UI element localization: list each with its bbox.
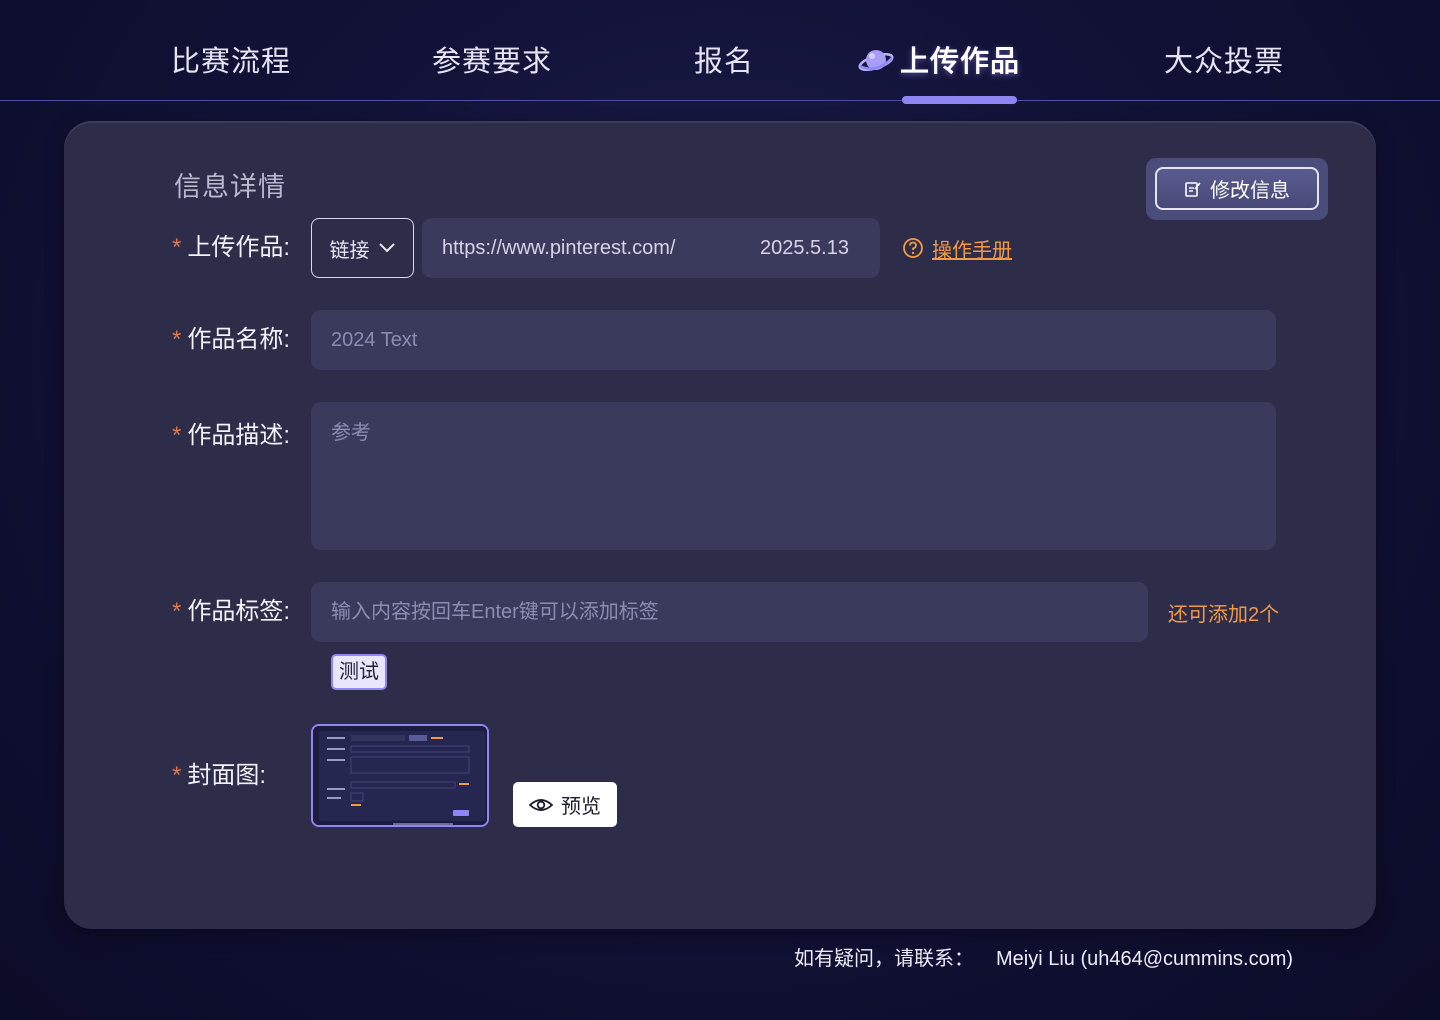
cover-thumbnail-graphic [313, 726, 487, 825]
work-name-label: * 作品名称: [172, 326, 291, 353]
work-tags-label: * 作品标签: [172, 598, 291, 625]
required-mark: * [172, 598, 182, 625]
link-type-value: 链接 [329, 239, 370, 262]
question-circle-icon [903, 238, 923, 258]
planet-icon [858, 50, 894, 72]
footer-prompt: 如有疑问，请联系： [794, 948, 974, 970]
upload-label: * 上传作品: [172, 234, 291, 261]
manual-link[interactable]: 操作手册 [902, 234, 1012, 262]
tab-upload-work[interactable]: 上传作品 [900, 40, 1020, 84]
edit-icon [1185, 181, 1201, 197]
top-nav: 比赛流程 参赛要求 报名 上传作品 大众投票 [0, 0, 1440, 104]
section-title: 信息详情 [174, 172, 286, 202]
work-url-field[interactable]: https://www.pinterest.com/ 2025.5.13 [422, 218, 880, 278]
edit-info-button[interactable]: 修改信息 [1155, 167, 1319, 210]
form-card: 信息详情 修改信息 * 上传作品: 链接 https://www.pinteres… [64, 121, 1376, 929]
work-name-input[interactable]: 2024 Text [311, 310, 1276, 370]
work-description-label: * 作品描述: [172, 422, 291, 449]
work-url-value: https://www.pinterest.com/ [442, 236, 676, 259]
manual-link-text: 操作手册 [932, 239, 1012, 262]
required-mark: * [172, 762, 182, 789]
tag-input[interactable]: 输入内容按回车Enter键可以添加标签 [311, 582, 1148, 642]
cover-label: * 封面图: [172, 762, 267, 789]
work-description-textarea[interactable]: 参考 [311, 402, 1276, 550]
edit-info-label: 修改信息 [1210, 180, 1290, 202]
tag-remaining-count: 还可添加2个 [1168, 604, 1280, 626]
tag-chip[interactable]: 测试 [331, 654, 387, 690]
active-tab-indicator [902, 96, 1017, 104]
tab-public-vote[interactable]: 大众投票 [1164, 40, 1284, 84]
cover-image-thumbnail[interactable] [311, 724, 489, 827]
chevron-down-icon [378, 243, 395, 253]
link-type-select[interactable]: 链接 [311, 218, 414, 278]
required-mark: * [172, 326, 182, 353]
footer-contact: 如有疑问，请联系： Meiyi Liu (uh464@cummins.com) [794, 942, 1293, 971]
eye-icon [529, 798, 553, 811]
tab-competition-process[interactable]: 比赛流程 [171, 40, 291, 84]
preview-label: 预览 [561, 796, 601, 818]
tab-entry-requirements[interactable]: 参赛要求 [432, 40, 552, 84]
tab-registration[interactable]: 报名 [694, 40, 754, 84]
required-mark: * [172, 422, 182, 449]
required-mark: * [172, 234, 182, 261]
footer-contact-info: Meiyi Liu (uh464@cummins.com) [996, 948, 1294, 970]
work-date-value: 2025.5.13 [760, 236, 849, 259]
edit-button-container: 修改信息 [1146, 158, 1328, 220]
preview-button[interactable]: 预览 [513, 782, 617, 827]
